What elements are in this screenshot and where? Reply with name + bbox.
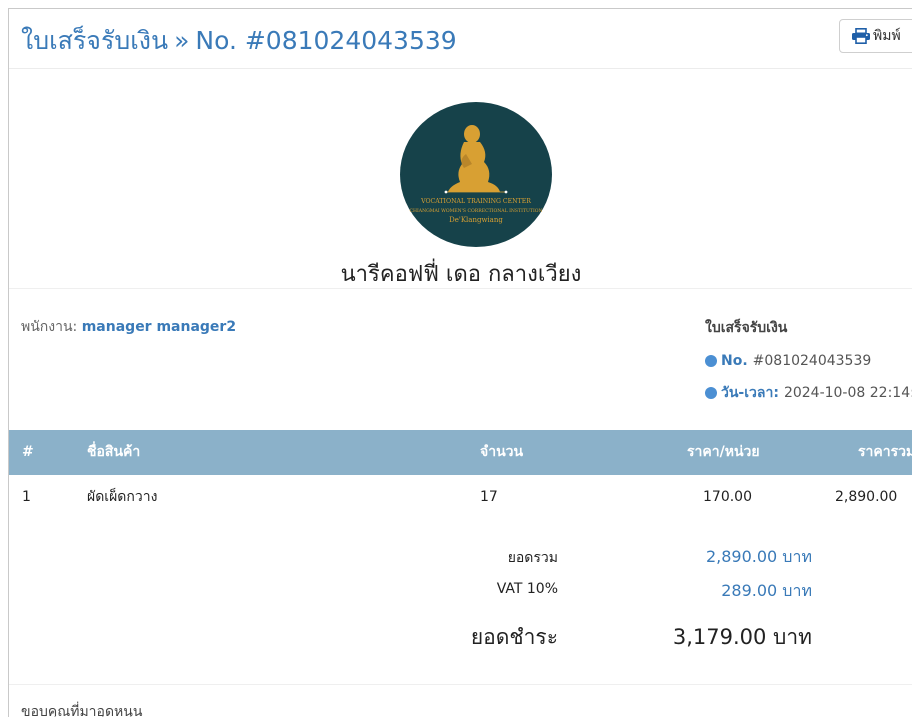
datetime-label: วัน-เวลา: xyxy=(721,385,779,401)
staff-label: พนักงาน: xyxy=(21,319,78,335)
bullet-icon xyxy=(705,387,717,399)
breadcrumb-receipt: ใบเสร็จรับเงิน xyxy=(21,26,169,55)
logo-text-line3: De'Klangwiang xyxy=(449,216,503,224)
col-header-unit-price: ราคา/หน่วย xyxy=(687,444,760,460)
divider xyxy=(9,288,912,289)
receipt-no-row: No. #081024043539 xyxy=(705,353,912,369)
vat-value: 289.00 บาท xyxy=(721,581,812,600)
staff-info: พนักงาน: manager manager2 xyxy=(21,316,236,338)
subtotal-label: ยอดรวม xyxy=(507,550,558,566)
receipt-info-title: ใบเสร็จรับเงิน xyxy=(705,320,788,336)
bullet-icon xyxy=(705,355,717,367)
print-button[interactable]: พิมพ์ xyxy=(839,19,912,53)
cell-qty: 17 xyxy=(480,489,498,505)
datetime-value: 2024-10-08 22:14:14 xyxy=(783,385,912,401)
cell-unit-price: 170.00 xyxy=(703,489,752,505)
table-row: 1 ผัดเผ็ดกวาง 17 170.00 2,890.00 xyxy=(9,475,912,520)
receipt-info: ใบเสร็จรับเงิน No. #081024043539 วัน-เวล… xyxy=(705,317,912,417)
vat-label: VAT 10% xyxy=(496,581,558,597)
logo-text-line2: CHIANGMAI WOMEN'S CORRECTIONAL INSTITUTI… xyxy=(409,208,542,214)
grand-total-label: ยอดชำระ xyxy=(470,625,558,649)
receipt-page: ใบเสร็จรับเงิน»No. #081024043539 พิมพ์ xyxy=(8,8,912,717)
grand-total-value: 3,179.00 บาท xyxy=(672,625,812,649)
col-header-index: # xyxy=(22,444,34,460)
print-button-label: พิมพ์ xyxy=(873,28,901,44)
cell-product: ผัดเผ็ดกวาง xyxy=(87,489,158,505)
printer-icon xyxy=(851,28,871,44)
table-header: # ชื่อสินค้า จำนวน ราคา/หน่วย ราคารวม xyxy=(9,430,912,475)
receipt-no-value: #081024043539 xyxy=(752,353,872,369)
receipt-number-title: No. #081024043539 xyxy=(195,26,457,55)
logo-text-line1: VOCATIONAL TRAINING CENTER xyxy=(420,198,531,205)
col-header-product: ชื่อสินค้า xyxy=(87,444,141,460)
receipt-no-label: No. xyxy=(721,353,748,369)
store-logo: VOCATIONAL TRAINING CENTER CHIANGMAI WOM… xyxy=(400,102,552,247)
cell-index: 1 xyxy=(22,489,31,505)
staff-name: manager manager2 xyxy=(81,319,237,335)
divider xyxy=(9,684,912,685)
store-name: นารีคอฟฟี่ เดอ กลางเวียง xyxy=(340,262,582,287)
col-header-total: ราคารวม xyxy=(858,444,912,460)
thank-you-message: ขอบคุณที่มาอุดหนุน xyxy=(21,704,143,717)
breadcrumb-separator: » xyxy=(174,26,190,55)
page-header: ใบเสร็จรับเงิน» No. #081024043539 พิมพ์ xyxy=(9,9,912,69)
subtotal-value: 2,890.00 บาท xyxy=(705,547,812,566)
page-title: ใบเสร็จรับเงิน» No. #081024043539 xyxy=(21,21,457,61)
cell-total: 2,890.00 xyxy=(835,489,898,505)
col-header-qty: จำนวน xyxy=(480,444,524,460)
datetime-row: วัน-เวลา: 2024-10-08 22:14:14 xyxy=(705,382,912,404)
